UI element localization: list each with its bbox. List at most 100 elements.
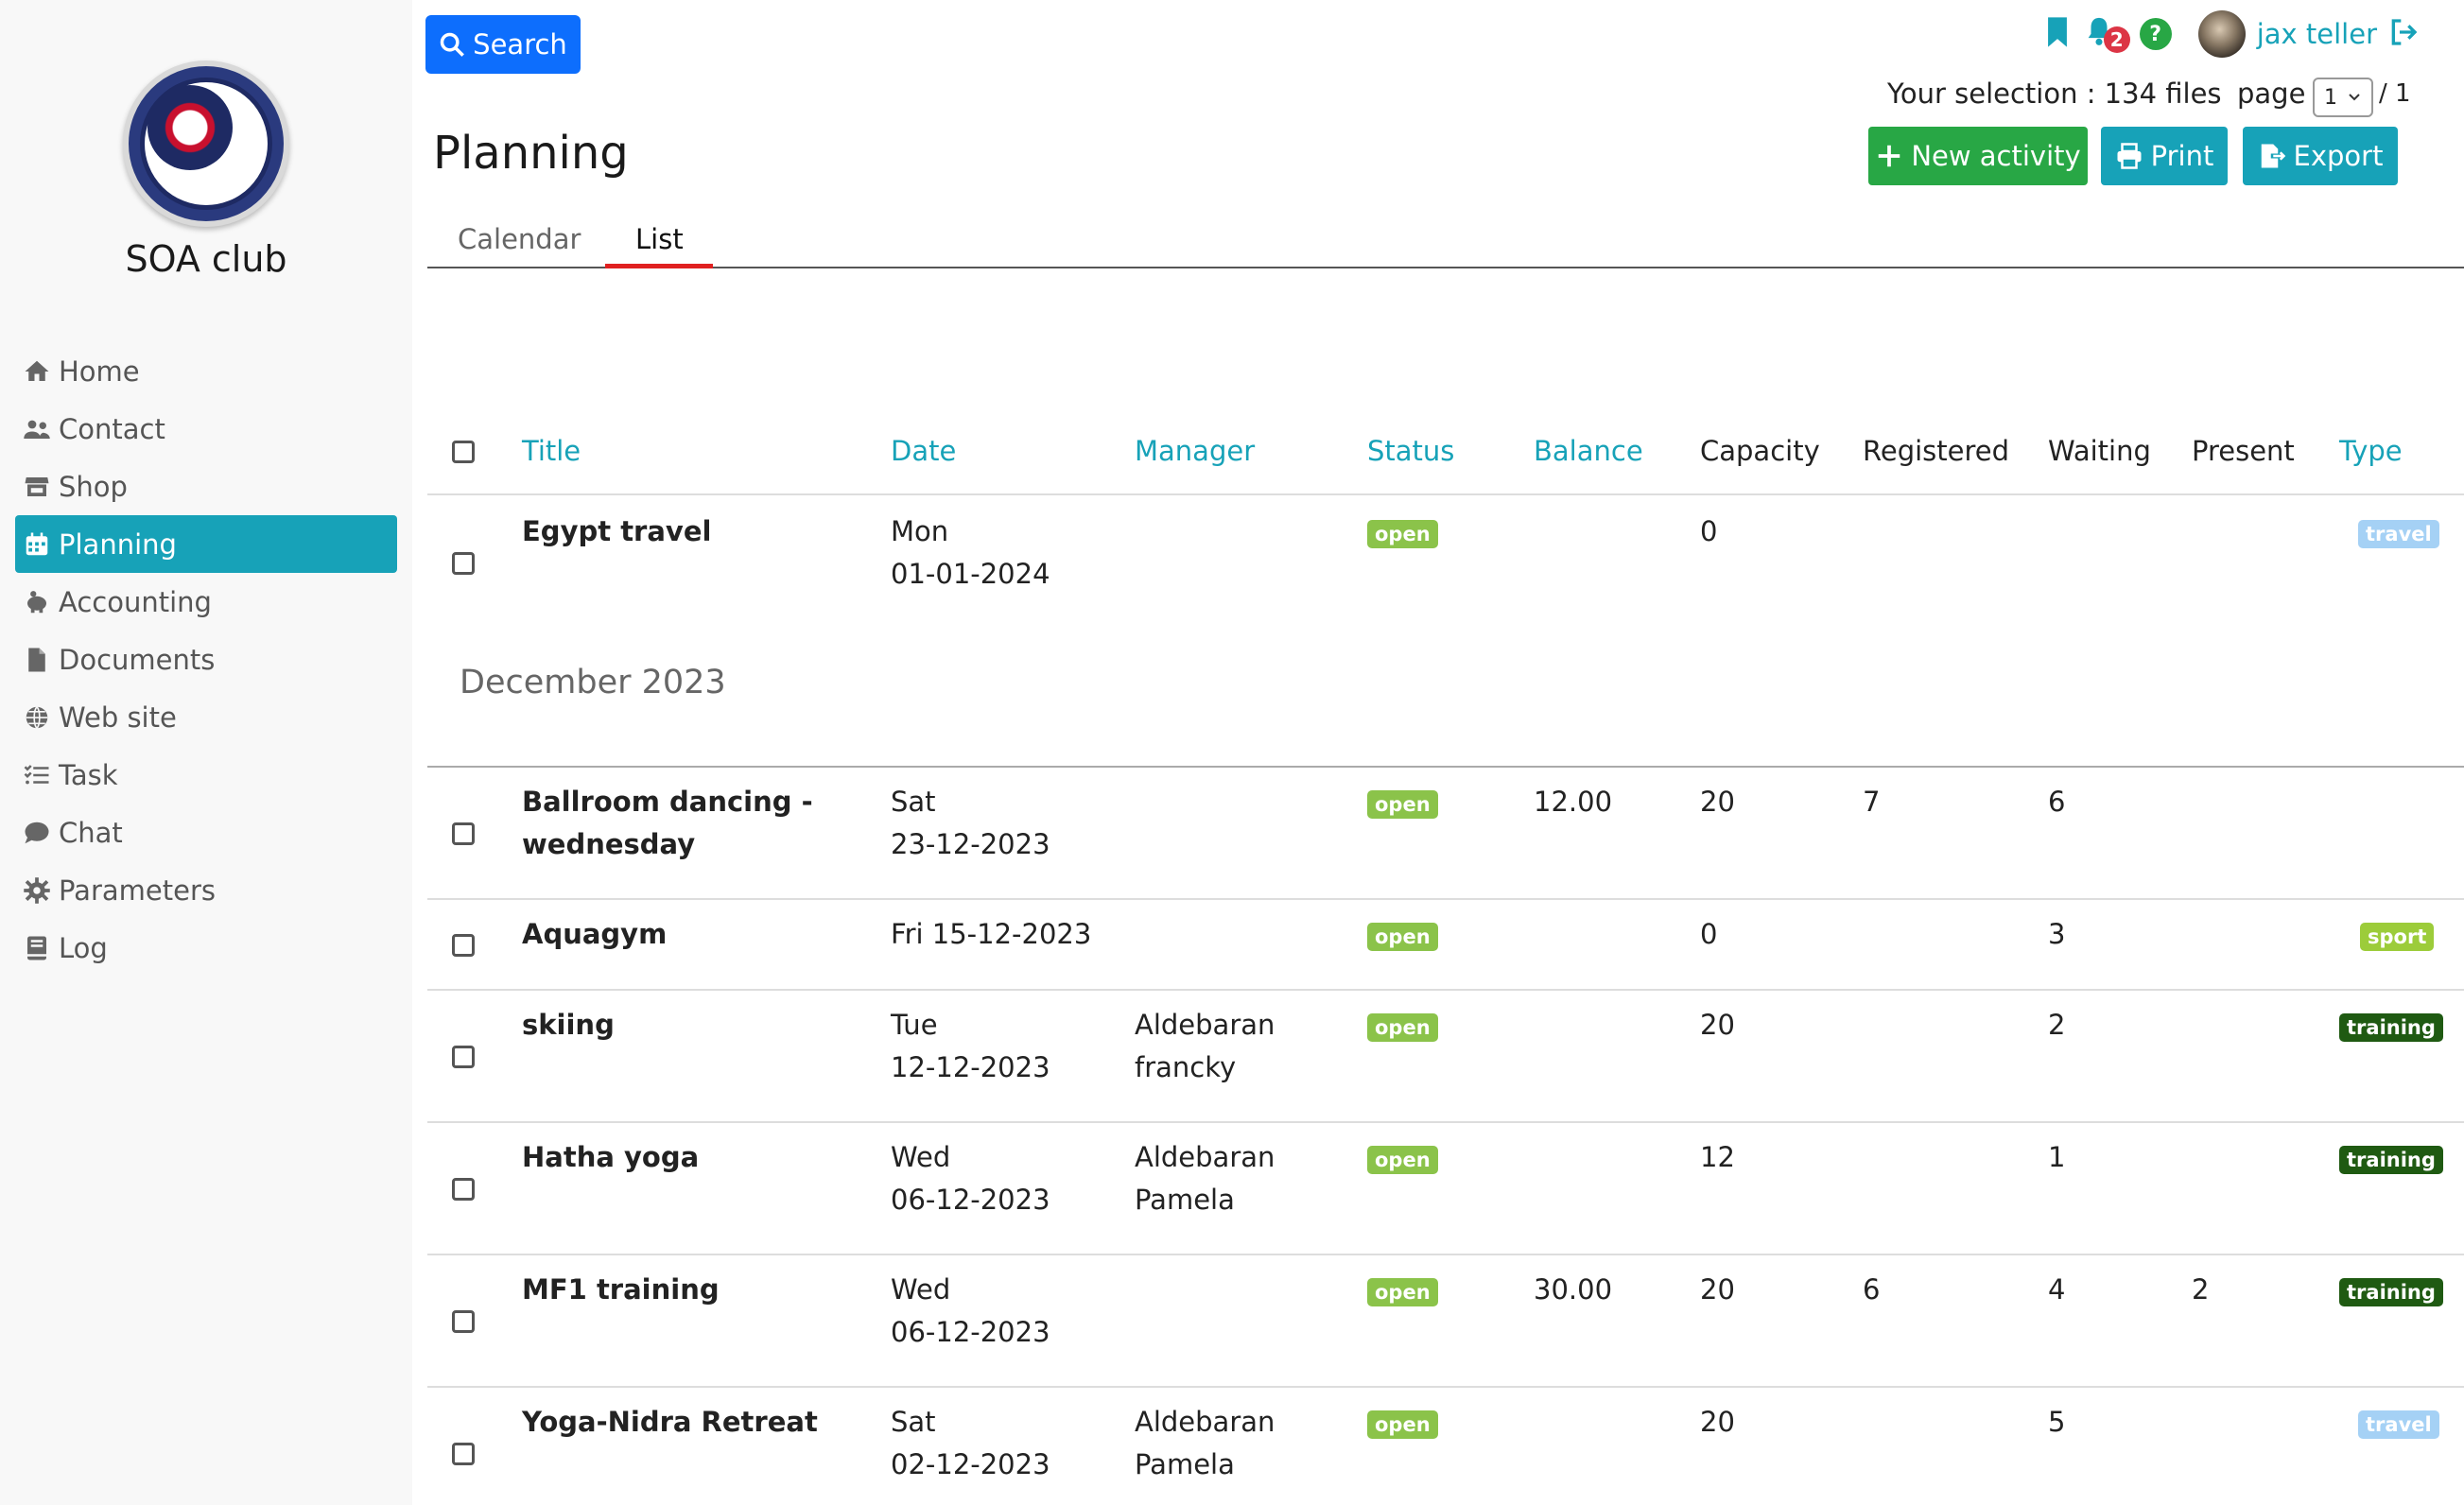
globe-icon [23, 703, 59, 732]
sidebar-item-accounting[interactable]: Accounting [15, 573, 397, 631]
file-export-icon [2261, 144, 2285, 168]
table-row[interactable]: Aquagym Fri 15-12-2023 open 0 3 sport [427, 900, 2464, 991]
activity-capacity: 20 [1700, 1273, 1735, 1306]
activity-manager: Aldebaran [1135, 1141, 1275, 1173]
sidebar-item-home[interactable]: Home [15, 342, 397, 400]
row-checkbox[interactable] [452, 1046, 475, 1068]
table-row[interactable]: MF1 training Wed 06-12-2023 open 30.00 2… [427, 1255, 2464, 1388]
activity-date-day: Sat [891, 1406, 936, 1438]
activity-waiting: 6 [2048, 786, 2066, 818]
activity-title[interactable]: Egypt travel [522, 510, 711, 553]
sidebar-item-label: Planning [59, 528, 177, 561]
column-balance[interactable]: Balance [1534, 435, 1643, 467]
activity-date-day: Mon [891, 515, 949, 547]
column-date[interactable]: Date [891, 435, 956, 467]
username-link[interactable]: jax teller [2257, 18, 2377, 50]
active-tab-indicator [605, 264, 713, 268]
column-status[interactable]: Status [1367, 435, 1454, 467]
activity-manager-name: Pamela [1135, 1184, 1235, 1216]
club-logo[interactable] [123, 61, 289, 227]
page-total: / 1 [2379, 79, 2411, 108]
activity-date: 06-12-2023 [891, 1316, 1050, 1348]
sidebar-nav: Home Contact Shop Planning Accounting Do… [15, 342, 397, 977]
row-checkbox[interactable] [452, 552, 475, 575]
view-tabs: Calendar List [427, 216, 2464, 268]
row-checkbox[interactable] [452, 1443, 475, 1465]
activity-title[interactable]: Yoga-Nidra Retreat [522, 1401, 818, 1444]
notifications-button[interactable]: 2 [2083, 15, 2130, 53]
activity-waiting: 5 [2048, 1406, 2066, 1438]
logout-icon[interactable] [2388, 17, 2419, 51]
activity-title[interactable]: Aquagym [522, 913, 667, 956]
row-checkbox[interactable] [452, 822, 475, 845]
status-badge: open [1367, 1410, 1438, 1439]
sidebar-item-parameters[interactable]: Parameters [15, 861, 397, 919]
new-activity-label: New activity [1911, 140, 2081, 172]
activity-title[interactable]: Hatha yoga [522, 1136, 699, 1179]
column-manager[interactable]: Manager [1135, 435, 1255, 467]
column-title[interactable]: Title [522, 435, 581, 467]
table-row[interactable]: Ballroom dancing - wednesday Sat 23-12-2… [427, 768, 2464, 900]
select-all-checkbox[interactable] [452, 441, 475, 463]
row-checkbox[interactable] [452, 1178, 475, 1201]
type-badge: training [2339, 1278, 2443, 1306]
row-checkbox[interactable] [452, 1310, 475, 1333]
selection-count: Your selection : 134 files [1887, 78, 2222, 110]
print-label: Print [2150, 140, 2214, 172]
sidebar-item-task[interactable]: Task [15, 746, 397, 804]
activity-title[interactable]: MF1 training [522, 1269, 720, 1311]
activity-manager: Aldebaran [1135, 1009, 1275, 1041]
status-badge: open [1367, 790, 1438, 819]
type-badge: sport [2360, 923, 2435, 951]
export-label: Export [2293, 140, 2384, 172]
activity-date-day: Sat [891, 786, 936, 818]
page-select[interactable]: 1 [2313, 78, 2373, 117]
bookmark-icon[interactable] [2043, 16, 2072, 52]
sidebar-item-label: Home [59, 355, 140, 388]
plus-icon [1879, 145, 1900, 167]
sidebar-item-label: Documents [59, 643, 216, 676]
logo-emblem [147, 85, 233, 170]
print-button[interactable]: Print [2101, 127, 2228, 185]
activity-title-cont[interactable]: wednesday [522, 823, 695, 866]
sidebar-item-shop[interactable]: Shop [15, 458, 397, 515]
sidebar-item-chat[interactable]: Chat [15, 804, 397, 861]
column-type[interactable]: Type [2339, 435, 2403, 467]
club-name: SOA club [125, 238, 287, 280]
sidebar-item-label: Chat [59, 816, 123, 849]
export-button[interactable]: Export [2243, 127, 2398, 185]
table-row[interactable]: Egypt travel Mon 01-01-2024 open 0 trave… [427, 495, 2464, 631]
book-icon [23, 934, 59, 962]
activity-title[interactable]: skiing [522, 1004, 615, 1047]
sidebar-item-website[interactable]: Web site [15, 688, 397, 746]
new-activity-button[interactable]: New activity [1868, 127, 2088, 185]
sidebar-item-log[interactable]: Log [15, 919, 397, 977]
activity-date: 12-12-2023 [891, 1051, 1050, 1083]
tab-calendar[interactable]: Calendar [458, 223, 581, 255]
table-row[interactable]: skiing Tue 12-12-2023 Aldebaran francky … [427, 991, 2464, 1123]
activity-date-day: Wed [891, 1141, 951, 1173]
tab-list[interactable]: List [635, 223, 684, 255]
activities-table: Title Date Manager Status Balance Capaci… [427, 412, 2464, 1505]
help-icon[interactable]: ? [2139, 18, 2172, 50]
search-button[interactable]: Search [425, 15, 581, 74]
status-badge: open [1367, 923, 1438, 951]
sidebar-item-planning[interactable]: Planning [15, 515, 397, 573]
sidebar-item-contact[interactable]: Contact [15, 400, 397, 458]
activity-balance: 30.00 [1534, 1273, 1613, 1306]
table-row[interactable]: Hatha yoga Wed 06-12-2023 Aldebaran Pame… [427, 1123, 2464, 1255]
table-header: Title Date Manager Status Balance Capaci… [427, 412, 2464, 495]
activity-title[interactable]: Ballroom dancing - [522, 781, 813, 823]
activity-waiting: 4 [2048, 1273, 2066, 1306]
sidebar-item-label: Log [59, 931, 108, 964]
month-label: December 2023 [460, 664, 726, 701]
column-present: Present [2192, 435, 2295, 467]
sidebar-item-documents[interactable]: Documents [15, 631, 397, 688]
activity-capacity: 20 [1700, 1009, 1735, 1041]
avatar[interactable] [2197, 10, 2246, 58]
activity-date: 06-12-2023 [891, 1184, 1050, 1216]
activity-manager-name: francky [1135, 1051, 1237, 1083]
sidebar: SOA club Home Contact Shop Planning Acco… [0, 0, 412, 1505]
table-row[interactable]: Yoga-Nidra Retreat Sat 02-12-2023 Aldeba… [427, 1388, 2464, 1505]
row-checkbox[interactable] [452, 934, 475, 957]
